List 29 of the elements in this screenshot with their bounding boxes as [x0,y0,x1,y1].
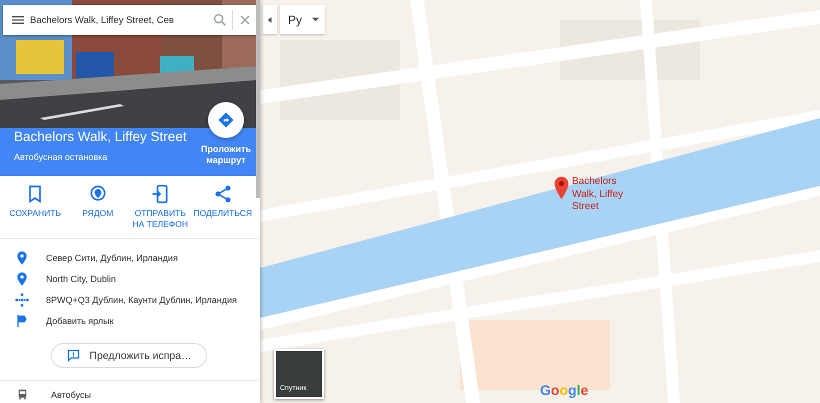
plus-code-icon [14,292,30,308]
search-field[interactable]: Bachelors Walk, Liffey Street, Сев [30,14,208,26]
collapse-panel-button[interactable] [263,5,277,34]
place-title: Bachelors Walk, Liffey Street [14,129,188,144]
directions-icon [217,111,235,130]
caret-icon [312,16,320,23]
google-logo: Google [540,382,588,398]
detail-text: 8PWQ+Q3 Дублин, Каунти Дублин, Ирландия [46,294,237,304]
detail-text: North City, Dublin [46,274,116,284]
transit-label: Автобусы [51,390,91,400]
share-icon [212,184,233,204]
search-icon[interactable] [212,12,228,28]
caret-icon [267,16,273,22]
scrollbar[interactable] [256,0,260,198]
action-button[interactable]: ОТПРАВИТЬ НА ТЕЛЕФОН [129,184,192,230]
feedback-icon [66,348,82,363]
action-button[interactable]: РЯДОМ [66,184,129,230]
action-button[interactable]: ПОДЕЛИТЬСЯ [192,184,254,230]
send-to-phone-icon [150,184,170,204]
marker-label: Bachelors Walk, Liffey Street [572,176,624,214]
action-button[interactable]: СОХРАНИТЬ [4,184,66,230]
search-bar[interactable]: Bachelors Walk, Liffey Street, Сев [3,5,256,35]
place-category: Автобусная остановка [14,152,108,162]
detail-text: Север Сити, Дублин, Ирландия [46,252,178,262]
language-dropdown[interactable]: Ру [280,5,326,34]
directions-label[interactable]: Проложить маршрут [198,144,254,166]
detail-text[interactable]: Добавить ярлык [46,316,114,326]
suggest-edit-button[interactable]: Предложить испра… [51,343,207,368]
map-pin-icon [554,176,569,200]
